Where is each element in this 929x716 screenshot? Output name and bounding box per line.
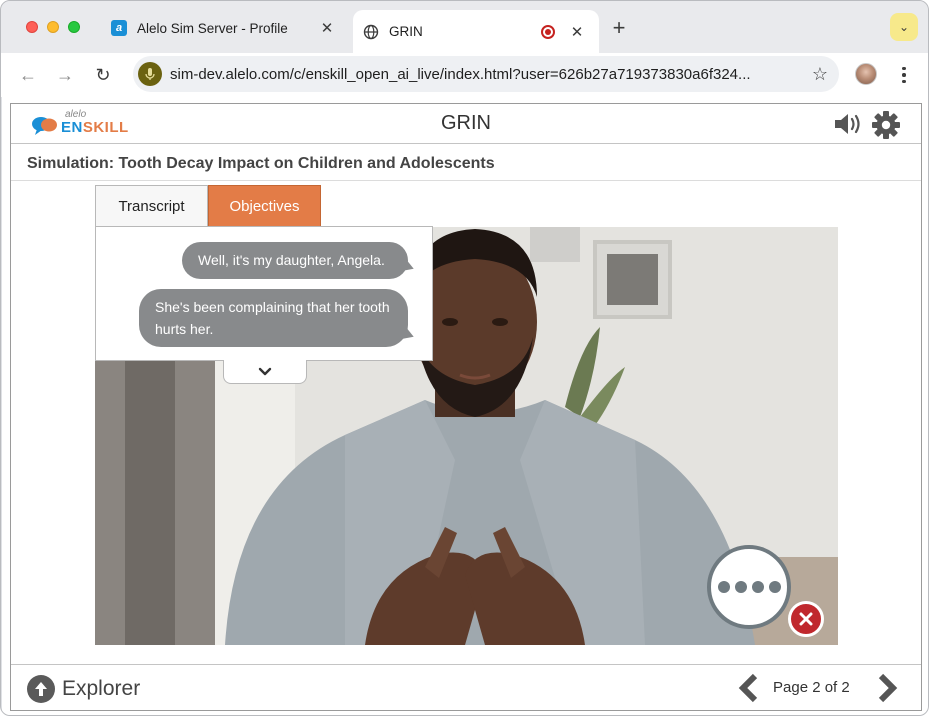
tab-alelo-profile[interactable]: a Alelo Sim Server - Profile ✕ bbox=[101, 10, 349, 46]
tab-title: GRIN bbox=[389, 24, 423, 39]
browser-window: a Alelo Sim Server - Profile ✕ GRIN ✕ + … bbox=[0, 0, 929, 716]
close-window-button[interactable] bbox=[26, 21, 38, 33]
divider bbox=[11, 180, 921, 181]
dot-icon bbox=[717, 581, 730, 593]
close-tab-button[interactable]: ✕ bbox=[317, 18, 337, 38]
tab-title: Alelo Sim Server - Profile bbox=[137, 20, 288, 36]
browser-toolbar: ← → ↻ sim-dev.alelo.com/c/enskill_open_a… bbox=[1, 53, 928, 97]
explorer-label: Explorer bbox=[62, 677, 141, 700]
tab-search-button[interactable]: ⌄ bbox=[890, 13, 918, 41]
minimize-window-button[interactable] bbox=[47, 21, 59, 33]
tab-strip: a Alelo Sim Server - Profile ✕ GRIN ✕ + … bbox=[1, 1, 928, 53]
page-indicator: Page 2 of 2 bbox=[773, 679, 850, 696]
url-text: sim-dev.alelo.com/c/enskill_open_ai_live… bbox=[170, 65, 751, 83]
previous-page-button[interactable] bbox=[737, 673, 761, 703]
recording-icon bbox=[541, 24, 555, 39]
transcript-message: She's been complaining that her tooth hu… bbox=[139, 289, 408, 347]
dot-icon bbox=[768, 581, 781, 593]
back-button[interactable]: ← bbox=[14, 61, 42, 89]
bookmark-star-icon[interactable]: ☆ bbox=[805, 64, 835, 85]
dot-icon bbox=[751, 581, 764, 593]
close-icon bbox=[799, 612, 813, 626]
profile-avatar[interactable] bbox=[855, 63, 877, 85]
forward-button[interactable]: → bbox=[51, 61, 79, 89]
chevron-down-icon bbox=[258, 367, 272, 375]
expand-transcript-button[interactable] bbox=[223, 360, 307, 384]
app-footer: Explorer Page 2 of 2 bbox=[11, 664, 921, 711]
more-menu-icon[interactable] bbox=[894, 62, 914, 88]
alelo-icon: a bbox=[111, 20, 127, 36]
gear-icon[interactable] bbox=[871, 110, 901, 140]
app-header: alelo ENSKILL GRIN bbox=[11, 104, 921, 144]
explorer-button[interactable]: Explorer bbox=[27, 674, 140, 704]
page-viewport: alelo ENSKILL GRIN Simulation: Tooth Dec… bbox=[2, 97, 928, 715]
tab-grin[interactable]: GRIN ✕ bbox=[353, 10, 599, 53]
arrow-up-icon bbox=[27, 675, 55, 703]
globe-icon bbox=[363, 24, 379, 39]
dot-icon bbox=[734, 581, 747, 593]
simulation-title: Simulation: Tooth Decay Impact on Childr… bbox=[27, 155, 495, 172]
transcript-panel: Well, it's my daughter, Angela. She's be… bbox=[95, 226, 433, 361]
app-title: GRIN bbox=[441, 112, 491, 134]
close-tab-button[interactable]: ✕ bbox=[567, 22, 587, 42]
microphone-icon[interactable] bbox=[138, 62, 162, 86]
new-tab-button[interactable]: + bbox=[607, 15, 631, 40]
next-page-button[interactable] bbox=[875, 673, 899, 703]
end-conversation-button[interactable] bbox=[788, 601, 824, 637]
transcript-message: Well, it's my daughter, Angela. bbox=[182, 242, 408, 279]
reload-button[interactable]: ↻ bbox=[89, 61, 117, 89]
speaker-icon[interactable] bbox=[833, 112, 863, 136]
speaking-indicator[interactable] bbox=[707, 545, 791, 629]
enskill-app: alelo ENSKILL GRIN Simulation: Tooth Dec… bbox=[10, 103, 922, 711]
address-bar[interactable]: sim-dev.alelo.com/c/enskill_open_ai_live… bbox=[133, 56, 839, 92]
zoom-window-button[interactable] bbox=[68, 21, 80, 33]
tab-transcript[interactable]: Transcript bbox=[95, 185, 208, 227]
tab-objectives[interactable]: Objectives bbox=[208, 185, 321, 227]
